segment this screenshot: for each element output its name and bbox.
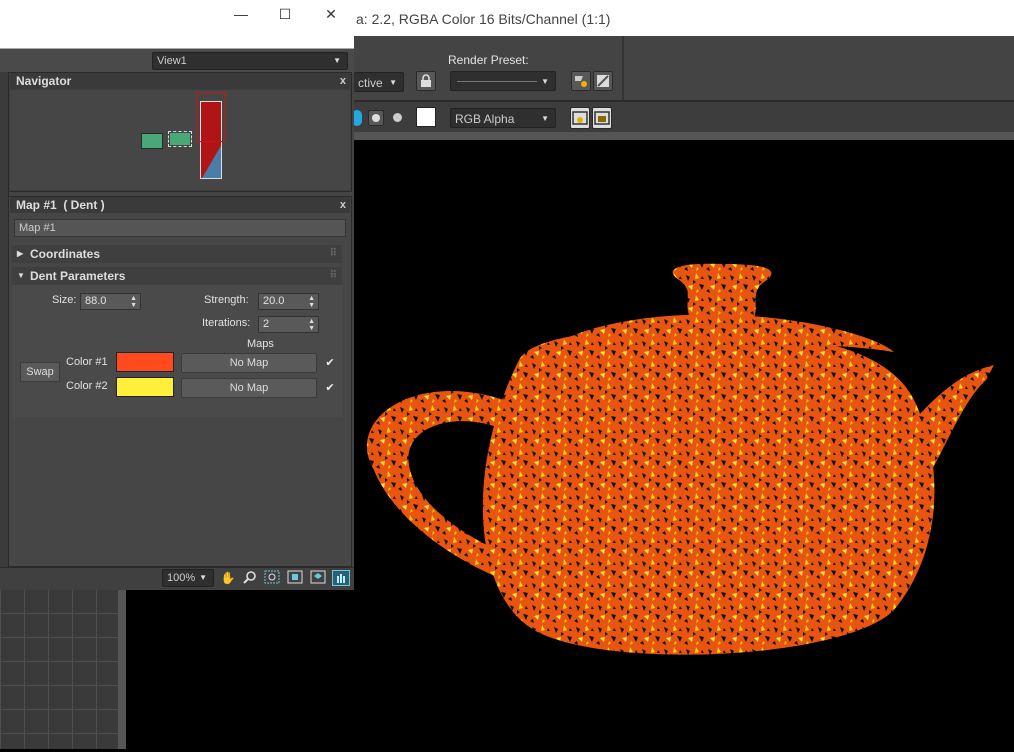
strength-spinner[interactable]: 20.0 ▲ ▼ [258,293,319,310]
parameter-editor-header: Map #1 ( Dent ) x [10,197,350,213]
iterations-value: 2 [263,318,270,330]
display-channel-value: RGB Alpha [455,112,515,126]
chevron-down-icon: ▼ [199,573,207,582]
color2-swatch[interactable] [116,377,174,397]
map-panel-title: Map #1 ( Dent ) [16,198,105,212]
lock-icon[interactable] [416,71,436,91]
environment-icon[interactable] [593,71,613,91]
iterations-label: Iterations: [202,317,251,329]
view-dropdown-value: View1 [157,55,187,67]
viewport-background [126,589,354,749]
display-channel-dropdown[interactable]: RGB Alpha ▼ [450,108,556,128]
size-value: 88.0 [85,295,107,307]
area-to-render-dropdown[interactable]: ctive ▼ [354,72,404,92]
chevron-down-icon: ▼ [541,77,549,86]
color1-map-button[interactable]: No Map [181,353,317,373]
render-preset-label: Render Preset: [448,53,529,67]
triangle-right-icon: ▶ [17,249,24,258]
navigator-title: Navigator [16,74,72,88]
maps-label: Maps [247,338,274,350]
pan-to-selected-icon[interactable] [332,570,350,586]
rollout-grip-icon: ⠿ [329,248,337,259]
dent-parameters-rollout-label: Dent Parameters [30,269,126,283]
spinner-arrows-icon[interactable]: ▲ ▼ [130,295,137,309]
strength-value: 20.0 [263,295,285,307]
rollout-grip-icon: ⠿ [329,270,337,281]
zoom-extents-icon[interactable] [286,570,304,586]
spinner-arrows-icon[interactable]: ▲ ▼ [308,295,315,309]
rendered-teapot-image [366,263,994,655]
color2-map-checkbox[interactable]: ✔ [324,382,336,394]
minimize-button[interactable]: — [218,4,264,24]
navigator-header: Navigator x [10,73,350,89]
zoom-region-icon[interactable] [263,570,281,586]
monochrome-toggle[interactable] [393,113,402,122]
color1-label: Color #1 [66,356,108,368]
navigator-highlight-box [196,92,226,142]
size-label: Size: [52,294,77,306]
area-to-render-value: ctive [358,76,383,90]
toolbar-divider [622,36,624,100]
node-thumbnail [141,133,163,149]
coordinates-rollout[interactable]: ▶ Coordinates ⠿ [12,245,342,263]
map-name-field[interactable]: Map #1 [14,219,346,237]
triangle-down-icon: ▼ [17,271,25,280]
toolbar-bottom-border [354,132,1014,140]
color1-swatch[interactable] [116,352,174,372]
render-setup-icon[interactable] [571,71,591,91]
render-viewport [354,140,1014,749]
viewport-border [118,589,126,749]
color1-map-checkbox[interactable]: ✔ [324,357,336,369]
render-preset-dropdown[interactable]: ▼ [450,71,556,91]
view-dropdown[interactable]: View1 ▼ [152,52,348,70]
color2-label: Color #2 [66,380,108,392]
zoom-extents-selected-icon[interactable] [309,570,327,586]
close-button[interactable]: ✕ [308,4,354,24]
editor-title-bar: — ☐ ✕ [0,0,354,48]
strength-label: Strength: [204,294,249,306]
spinner-arrows-icon[interactable]: ▲ ▼ [308,318,315,332]
swap-button[interactable]: Swap [20,362,60,382]
node-thumbnail-selected [168,131,192,147]
iterations-spinner[interactable]: 2 ▲ ▼ [258,316,319,333]
viewport-grid [0,589,118,749]
render-preset-line [457,81,537,82]
size-spinner[interactable]: 88.0 ▲ ▼ [80,293,141,310]
navigator-view[interactable] [10,90,350,190]
close-icon[interactable]: x [340,197,346,213]
render-frame-title: a: 2.2, RGBA Color 16 Bits/Channel (1:1) [354,0,1014,36]
chevron-down-icon: ▼ [541,114,549,123]
maximize-button[interactable]: ☐ [262,4,308,24]
coordinates-rollout-label: Coordinates [30,247,101,261]
chevron-down-icon: ▼ [333,56,341,65]
zoom-icon[interactable] [241,570,259,586]
pan-hand-icon[interactable]: ✋ [219,570,237,586]
chevron-down-icon: ▼ [389,78,397,87]
dot-icon [372,114,380,122]
zoom-value: 100% [167,572,196,584]
close-icon[interactable]: x [340,73,346,89]
zoom-dropdown[interactable]: 100% ▼ [162,569,214,587]
dent-parameters-rollout[interactable]: ▼ Dent Parameters ⠿ [12,267,342,285]
toggle-ui-icon[interactable] [592,107,612,129]
channel-alpha-toggle[interactable] [368,110,384,126]
clear-color-swatch[interactable] [416,107,436,127]
color2-map-button[interactable]: No Map [181,378,317,398]
toggle-ui-overlay-icon[interactable] [570,107,590,129]
